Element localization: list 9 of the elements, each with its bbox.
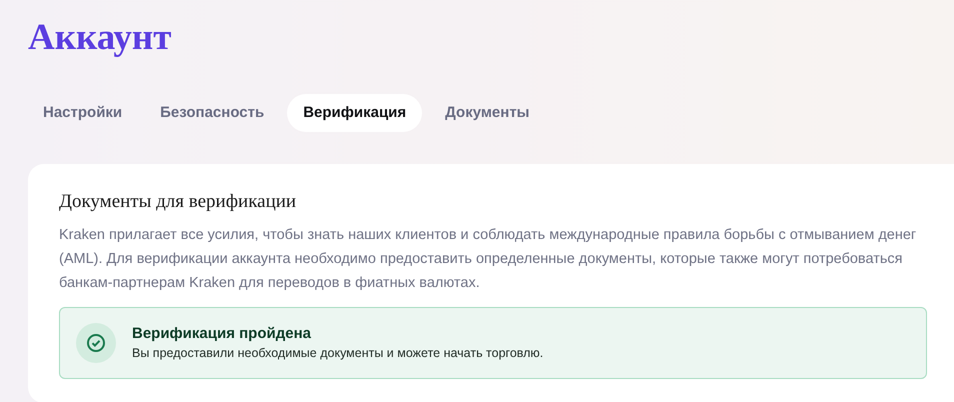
description-text: Kraken прилагает все усилия, чтобы знать наших клиентов и соблюдать международные правила борьбы с отмыванием денег (AML). Для верификации аккаунта необходимо предоставить определенные документы, которые также могут потребоваться банкам-партнерам Kraken для переводов в фиатных валютах. bbox=[59, 226, 918, 293]
tab[interactable]: Верификация bbox=[287, 94, 422, 132]
tab[interactable]: Настройки bbox=[28, 94, 138, 132]
status-message: Вы предоставили необходимые документы и можете начать торговлю. bbox=[132, 345, 544, 362]
tab[interactable]: Документы bbox=[430, 94, 544, 132]
status-title: Верификация пройдена bbox=[132, 324, 312, 344]
tab[interactable]: Безопасность bbox=[145, 94, 280, 132]
section-heading: Документы для верификации bbox=[59, 190, 296, 214]
page-title: Аккаунт bbox=[28, 16, 172, 60]
